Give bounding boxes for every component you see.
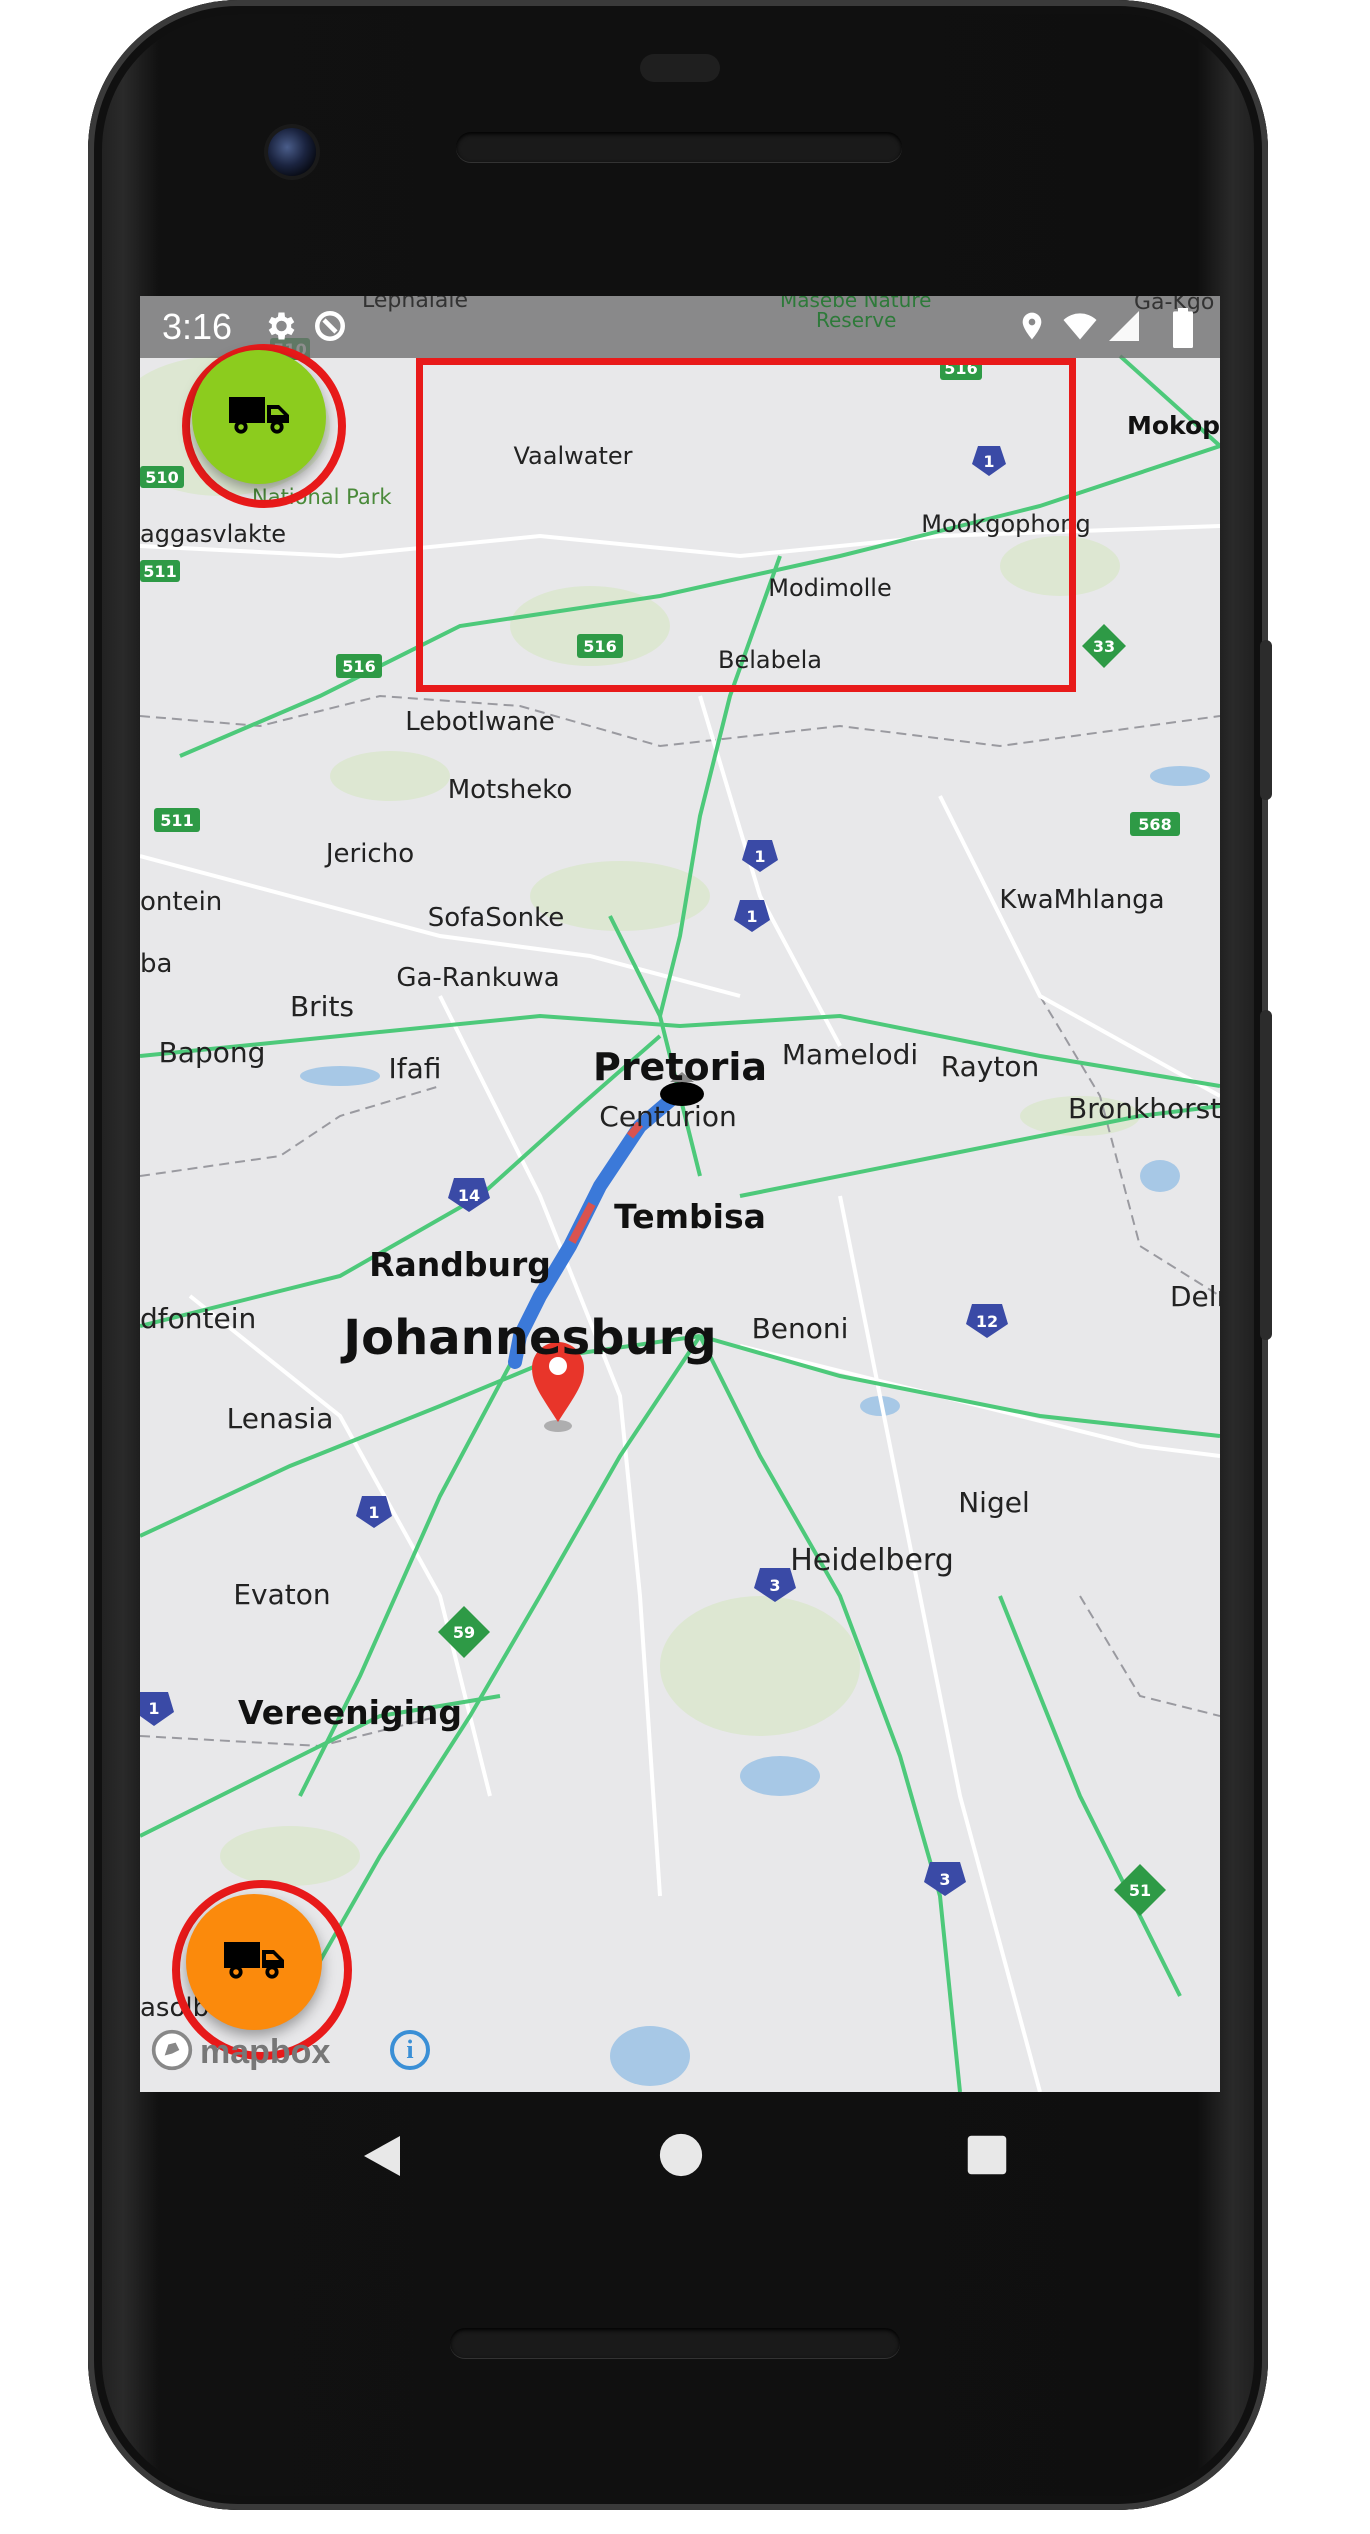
label-bronkhorst: Bronkhorst: [1068, 1092, 1220, 1125]
label-lephalale: Lephalale: [362, 296, 469, 313]
mapbox-icon: [150, 2028, 194, 2076]
highlight-rectangle: [416, 358, 1076, 692]
navigation-bar: [140, 2092, 1220, 2224]
label-centurion: Centurion: [599, 1100, 736, 1133]
road-shield-r510: 510: [140, 466, 184, 488]
label-rayton: Rayton: [941, 1050, 1039, 1083]
svg-text:1: 1: [148, 1699, 159, 1718]
road-shield-r59: 59: [438, 1606, 490, 1658]
svg-text:511: 511: [143, 562, 176, 581]
road-shield-r568: 568: [1130, 812, 1180, 836]
road-shield-n3: 3: [924, 1862, 966, 1896]
battery-icon: [1172, 308, 1194, 353]
svg-text:51: 51: [1129, 1881, 1151, 1900]
top-speaker-grille: [456, 132, 902, 162]
status-bar: Lephalale Masebe Nature Reserve Ga-Kgo 3…: [140, 296, 1220, 358]
label-pretoria: Pretoria: [593, 1045, 767, 1089]
mapbox-wordmark: mapbox: [200, 2032, 331, 2071]
svg-text:33: 33: [1093, 637, 1115, 656]
label-evaton: Evaton: [233, 1578, 330, 1611]
back-icon[interactable]: [360, 2132, 404, 2184]
front-camera: [268, 128, 316, 176]
road-shield-r511: 511: [154, 808, 200, 832]
label-masebe-reserve: Reserve: [816, 308, 897, 332]
label-mokopa: Mokopa: [1127, 411, 1220, 440]
svg-text:511: 511: [160, 811, 193, 830]
location-icon: [1016, 308, 1048, 349]
label-zaggasvlakte: aggasvlakte: [140, 520, 286, 548]
road-shield-n1: 1: [356, 1496, 392, 1528]
label-randburg: Randburg: [369, 1245, 551, 1284]
gear-icon: [262, 308, 298, 349]
road-shield-n12: 12: [966, 1304, 1008, 1338]
label-bapong: Bapong: [159, 1036, 266, 1069]
label-lebotlwane: Lebotlwane: [405, 707, 555, 737]
svg-text:3: 3: [939, 1870, 950, 1889]
home-icon[interactable]: [658, 2132, 704, 2182]
svg-text:3: 3: [769, 1576, 780, 1595]
recents-icon[interactable]: [966, 2134, 1008, 2180]
label-roodepoort: dfontein: [140, 1302, 256, 1335]
signal-icon: [1106, 308, 1142, 349]
label-fontein: ontein: [140, 887, 222, 917]
label-benoni: Benoni: [752, 1312, 849, 1345]
wifi-icon: [1060, 308, 1100, 349]
label-sofasonke: SofaSonke: [428, 903, 565, 933]
device-screen: Vaalwater Mookgophong Modimolle Belabela…: [140, 296, 1220, 2092]
label-ga-rankuwa: Ga-Rankuwa: [396, 963, 559, 993]
label-mamelodi: Mamelodi: [782, 1038, 918, 1071]
road-shield-r511: 511: [140, 560, 180, 582]
svg-text:510: 510: [145, 468, 178, 487]
svg-text:516: 516: [342, 657, 375, 676]
svg-text:12: 12: [976, 1312, 998, 1331]
truck-fab-bottom[interactable]: [186, 1894, 322, 2030]
road-shield-n1: 1: [734, 900, 770, 932]
svg-text:14: 14: [458, 1186, 480, 1205]
info-icon[interactable]: i: [390, 2030, 430, 2070]
label-lenasia: Lenasia: [227, 1402, 334, 1435]
svg-text:1: 1: [754, 847, 765, 866]
label-johannesburg: Johannesburg: [340, 1310, 716, 1366]
label-vereeniging: Vereeniging: [238, 1693, 462, 1732]
road-shield-r51: 51: [1114, 1864, 1166, 1916]
truck-fab-top[interactable]: [192, 350, 326, 484]
road-shield-r33: 33: [1082, 624, 1126, 668]
volume-button: [1260, 1010, 1272, 1340]
label-heidelberg: Heidelberg: [790, 1543, 954, 1578]
road-shield-n3: 3: [754, 1568, 796, 1602]
road-shield-n1: 1: [140, 1692, 174, 1726]
label-ifafi: Ifafi: [389, 1052, 442, 1085]
label-nigel: Nigel: [958, 1486, 1030, 1519]
label-jericho: Jericho: [324, 839, 414, 869]
svg-text:1: 1: [368, 1503, 379, 1522]
label-motsheko: Motsheko: [448, 775, 573, 805]
svg-text:568: 568: [1138, 815, 1171, 834]
road-shield-r516: 516: [336, 654, 382, 678]
road-shield-n1: 1: [742, 840, 778, 872]
svg-text:1: 1: [746, 907, 757, 926]
earpiece-notch: [640, 54, 720, 82]
label-kwamhlanga: KwaMhlanga: [999, 885, 1164, 915]
label-tembisa: Tembisa: [614, 1197, 766, 1236]
label-ba: ba: [140, 949, 172, 979]
label-delmas: Delma: [1170, 1280, 1220, 1313]
road-shield-n14: 14: [448, 1178, 490, 1212]
power-button: [1260, 640, 1272, 800]
label-brits: Brits: [290, 990, 354, 1023]
data-saver-icon: [312, 308, 348, 349]
status-bar-map-labels: Lephalale Masebe Nature Reserve Ga-Kgo: [140, 296, 1220, 358]
svg-text:59: 59: [453, 1623, 475, 1642]
status-time: 3:16: [162, 306, 233, 347]
bottom-speaker-grille: [450, 2328, 900, 2358]
truck-icon: [222, 1936, 286, 1988]
mapbox-logo[interactable]: mapbox: [150, 2028, 330, 2076]
truck-icon: [227, 391, 291, 443]
